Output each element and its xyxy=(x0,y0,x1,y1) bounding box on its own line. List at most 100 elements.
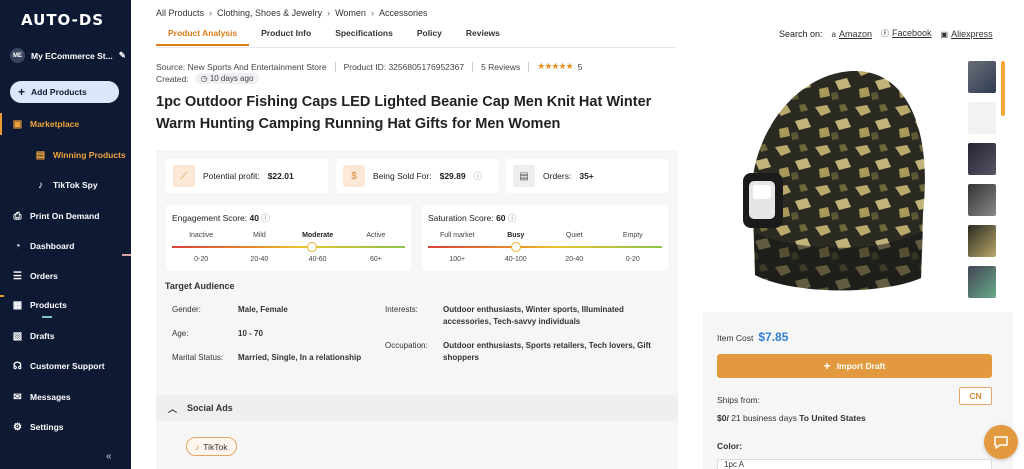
sidebar-item-label: TikTok Spy xyxy=(53,180,98,190)
info-icon[interactable]: ⓘ xyxy=(261,213,270,223)
divider xyxy=(334,61,336,72)
sidebar-item-customer-support[interactable]: ☊ Customer Support xyxy=(0,355,131,377)
tiktok-chip-label: TikTok xyxy=(203,441,228,452)
engagement-levels: Inactive Mild Moderate Active xyxy=(172,232,405,239)
tab-specifications[interactable]: Specifications xyxy=(323,28,405,46)
occupation-label: Occupation: xyxy=(385,341,428,350)
tab-product-info[interactable]: Product Info xyxy=(249,28,323,46)
range-label: 0-20 xyxy=(625,256,640,263)
engagement-score-card: Engagement Score: 40 ⓘ Inactive Mild Mod… xyxy=(166,205,411,271)
sidebar-item-winning-products[interactable]: ▤ Winning Products xyxy=(0,144,131,166)
social-ads-header[interactable]: ︿ Social Ads xyxy=(156,395,678,421)
store-name: My ECommerce St... xyxy=(31,50,113,61)
sidebar-item-label: Drafts xyxy=(30,331,55,341)
store-avatar: ME xyxy=(10,48,25,63)
tab-policy[interactable]: Policy xyxy=(405,28,454,46)
sidebar-item-label: Settings xyxy=(30,422,64,432)
facebook-link[interactable]: Facebook xyxy=(892,28,932,38)
thumbnail[interactable] xyxy=(968,266,996,298)
shipping-info: $0/ 21 business days To United States xyxy=(717,413,866,423)
engagement-knob xyxy=(306,242,317,252)
sidebar-item-drafts[interactable]: ▧ Drafts xyxy=(0,325,131,347)
tiktok-chip[interactable]: ♪ TikTok xyxy=(186,437,237,456)
thumbnail[interactable] xyxy=(968,102,996,134)
breadcrumb-item[interactable]: Clothing, Shoes & Jewelry xyxy=(217,8,322,18)
thumbnail-scrollbar[interactable] xyxy=(1001,61,1005,116)
tab-product-analysis[interactable]: Product Analysis xyxy=(156,28,250,46)
breadcrumb-item[interactable]: Accessories xyxy=(379,8,428,18)
marital-label: Marital Status: xyxy=(172,353,224,362)
ships-from-country-button[interactable]: CN xyxy=(959,387,992,405)
profit-label: Potential profit: xyxy=(203,171,260,181)
engagement-bar xyxy=(172,246,405,248)
level-label: Moderate xyxy=(302,232,334,239)
sidebar-item-settings[interactable]: ⚙ Settings xyxy=(0,416,131,438)
sidebar-item-label: Customer Support xyxy=(30,361,105,371)
drafts-icon: ▧ xyxy=(12,330,23,342)
plus-icon: + xyxy=(18,85,26,99)
thumbnail[interactable] xyxy=(968,61,996,93)
breadcrumb-item[interactable]: All Products xyxy=(156,8,204,18)
sidebar-item-tiktok-spy[interactable]: ♪ TikTok Spy xyxy=(0,174,131,196)
sidebar-item-print-on-demand[interactable]: ⎙ Print On Demand xyxy=(0,205,131,227)
age-value: 10 - 70 xyxy=(238,329,263,338)
profit-value: $22.01 xyxy=(267,171,294,181)
sidebar-item-marketplace[interactable]: ▣ Marketplace xyxy=(0,113,131,135)
engagement-ranges: 0-20 20-40 40-60 60+ xyxy=(172,256,405,263)
being-sold-card: $ Being Sold For: $29.89 ⓘ xyxy=(336,159,498,193)
product-id: Product ID: 3256805176952367 xyxy=(343,61,465,72)
mail-icon: ✉ xyxy=(13,391,22,403)
rating-value: 5 xyxy=(577,61,583,72)
color-select[interactable]: 1pc A xyxy=(717,459,992,469)
box-icon: ▦ xyxy=(12,299,23,311)
edit-icon[interactable]: ✎ xyxy=(119,50,126,61)
sidebar-item-products[interactable]: ▦ Products xyxy=(0,294,131,316)
reviews-count[interactable]: 5 Reviews xyxy=(481,62,520,72)
aliexpress-link[interactable]: Aliexpress xyxy=(951,29,993,39)
store-selector[interactable]: ME My ECommerce St... ✎ xyxy=(10,48,126,63)
item-cost-value: $7.85 xyxy=(758,330,789,344)
range-label: 20-40 xyxy=(250,256,269,263)
chevron-right-icon: › xyxy=(209,8,213,18)
collapse-sidebar-icon[interactable]: « xyxy=(106,451,112,462)
chart-icon: ⟋ xyxy=(173,165,195,187)
price-panel: Item Cost $7.85 + Import Draft Ships fro… xyxy=(703,312,1013,469)
created-badge: ◷ 10 days ago xyxy=(194,73,260,84)
facebook-icon: ⓕ xyxy=(881,29,890,38)
breadcrumb-item[interactable]: Women xyxy=(335,8,366,18)
saturation-title: Saturation Score: 60 ⓘ xyxy=(428,212,516,224)
thumbnail[interactable] xyxy=(968,143,996,175)
import-draft-button[interactable]: + Import Draft xyxy=(717,354,992,378)
range-label: 40-60 xyxy=(308,256,327,263)
saturation-bar xyxy=(428,246,662,248)
logo: AUTO-DS xyxy=(21,11,105,29)
tab-reviews[interactable]: Reviews xyxy=(454,28,512,46)
level-label: Active xyxy=(366,232,386,239)
saturation-knob xyxy=(510,242,521,252)
chat-button[interactable] xyxy=(984,425,1018,459)
tiktok-icon: ♪ xyxy=(195,441,200,452)
gender-label: Gender: xyxy=(172,305,201,314)
chevron-up-icon: ︿ xyxy=(168,403,178,414)
amazon-icon: a xyxy=(831,29,836,39)
thumbnail[interactable] xyxy=(968,225,996,257)
info-icon[interactable]: ⓘ xyxy=(508,213,517,223)
add-products-button[interactable]: + Add Products xyxy=(10,81,119,103)
occupation-value: Outdoor enthusiasts, Sports retailers, T… xyxy=(443,341,651,362)
sidebar-item-messages[interactable]: ✉ Messages xyxy=(0,386,131,408)
amazon-link[interactable]: Amazon xyxy=(839,29,872,39)
orders-card: ▤ Orders: 35+ xyxy=(506,159,668,193)
sidebar-item-dashboard[interactable]: ◔ Dashboard xyxy=(0,235,131,257)
shipping-cost: $0/ xyxy=(717,413,729,423)
support-icon: ☊ xyxy=(13,360,22,372)
clock-icon: ◷ xyxy=(200,74,210,83)
sidebar-item-label: Orders xyxy=(30,271,58,281)
info-icon[interactable]: ⓘ xyxy=(474,170,483,182)
range-label: 20-40 xyxy=(565,256,584,263)
sidebar-item-orders[interactable]: ☰ Orders xyxy=(0,265,131,287)
chevron-right-icon: › xyxy=(370,8,374,18)
product-image[interactable] xyxy=(733,63,933,298)
saturation-ranges: 100+ 40-100 20-40 0-20 xyxy=(428,256,662,263)
scroll-indicator xyxy=(42,316,52,318)
thumbnail[interactable] xyxy=(968,184,996,216)
